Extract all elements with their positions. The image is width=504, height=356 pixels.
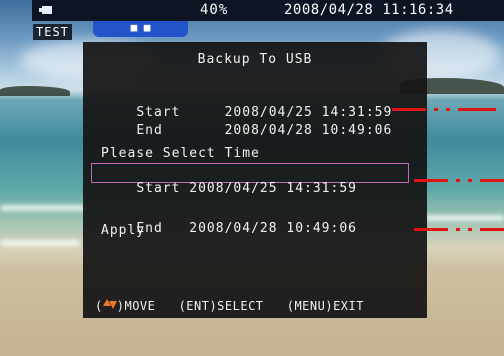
footer-move-label: MOVE — [124, 299, 156, 313]
wave — [0, 240, 80, 246]
wave — [0, 205, 90, 211]
select-start-value[interactable]: 2008/04/25 14:31:59 — [189, 181, 357, 196]
dialog-footer: ()MOVE (ENT)SELECT (MENU)EXIT — [95, 298, 364, 314]
dialog-title: Backup To USB — [197, 52, 313, 67]
recording-indicator-chip: ■ ■ — [93, 21, 188, 37]
wave — [425, 215, 504, 221]
range-end-value: 2008/04/28 10:49:06 — [224, 123, 393, 138]
annotation-line-range — [392, 108, 504, 111]
footer-exit-hint: (MENU)EXIT — [286, 299, 364, 313]
annotation-line-start — [414, 179, 504, 182]
footer-select-hint: (ENT)SELECT — [178, 299, 264, 313]
select-start-label: Start — [136, 181, 181, 196]
battery-percent: 40% — [200, 2, 229, 18]
battery-icon — [39, 6, 52, 14]
status-datetime: 2008/04/28 11:16:34 — [284, 2, 454, 18]
annotation-line-end — [414, 228, 504, 231]
camera-label: TEST — [33, 24, 72, 40]
distant-island — [0, 86, 70, 96]
footer-paren-open: ( — [95, 299, 103, 313]
select-end-value[interactable]: 2008/04/28 10:49:06 — [189, 221, 357, 236]
up-down-arrow-icon — [102, 299, 117, 311]
status-bar: 40% 2008/04/28 11:16:34 — [32, 0, 504, 21]
backup-dialog: Backup To USB Start 2008/04/25 14:31:59 … — [83, 42, 427, 318]
apply-button[interactable]: Apply — [101, 223, 145, 239]
range-end-label: End — [136, 123, 163, 138]
select-time-prompt: Please Select Time — [101, 146, 260, 161]
